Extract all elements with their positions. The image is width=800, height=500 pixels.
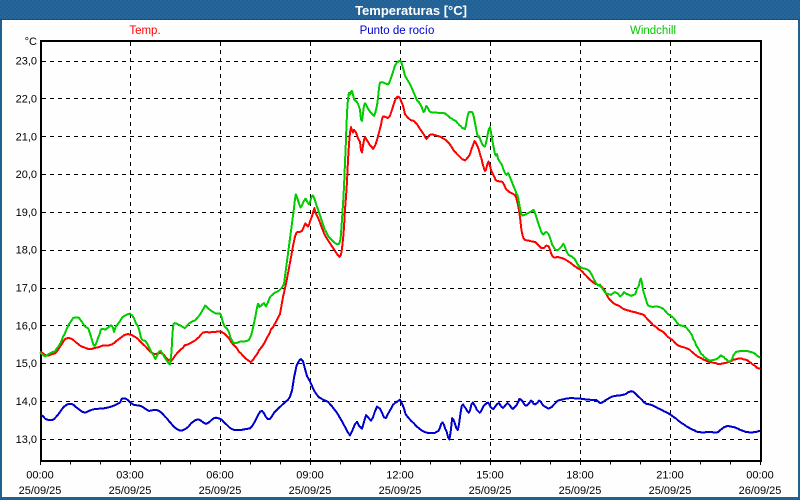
svg-text:25/09/25: 25/09/25 — [379, 485, 422, 497]
svg-text:19,0: 19,0 — [16, 207, 37, 219]
svg-text:18:00: 18:00 — [566, 470, 594, 482]
svg-text:25/09/25: 25/09/25 — [559, 485, 602, 497]
svg-text:12:00: 12:00 — [386, 470, 414, 482]
svg-text:Punto de rocío: Punto de rocío — [360, 25, 435, 37]
svg-text:22,0: 22,0 — [16, 93, 37, 105]
svg-text:13,0: 13,0 — [16, 434, 37, 446]
svg-text:Temp.: Temp. — [129, 25, 160, 37]
svg-text:06:00: 06:00 — [206, 470, 234, 482]
svg-text:03:00: 03:00 — [116, 470, 144, 482]
svg-text:25/09/25: 25/09/25 — [109, 485, 152, 497]
svg-text:00:00: 00:00 — [746, 470, 774, 482]
svg-text:Temperaturas [°C]: Temperaturas [°C] — [355, 3, 467, 18]
svg-text:16,0: 16,0 — [16, 320, 37, 332]
svg-text:25/09/25: 25/09/25 — [289, 485, 332, 497]
svg-text:14,0: 14,0 — [16, 396, 37, 408]
svg-text:23,0: 23,0 — [16, 56, 37, 68]
svg-text:25/09/25: 25/09/25 — [649, 485, 692, 497]
svg-text:18,0: 18,0 — [16, 245, 37, 257]
svg-text:20,0: 20,0 — [16, 169, 37, 181]
svg-text:09:00: 09:00 — [296, 470, 324, 482]
svg-text:°C: °C — [25, 36, 37, 48]
svg-text:25/09/25: 25/09/25 — [19, 485, 62, 497]
svg-text:17,0: 17,0 — [16, 283, 37, 295]
svg-text:25/09/25: 25/09/25 — [199, 485, 242, 497]
svg-text:Windchill: Windchill — [630, 25, 676, 37]
svg-text:21:00: 21:00 — [656, 470, 684, 482]
svg-text:21,0: 21,0 — [16, 131, 37, 143]
svg-text:26/09/25: 26/09/25 — [739, 485, 782, 497]
svg-text:25/09/25: 25/09/25 — [469, 485, 512, 497]
svg-text:15,0: 15,0 — [16, 358, 37, 370]
svg-text:15:00: 15:00 — [476, 470, 504, 482]
svg-text:00:00: 00:00 — [26, 470, 54, 482]
